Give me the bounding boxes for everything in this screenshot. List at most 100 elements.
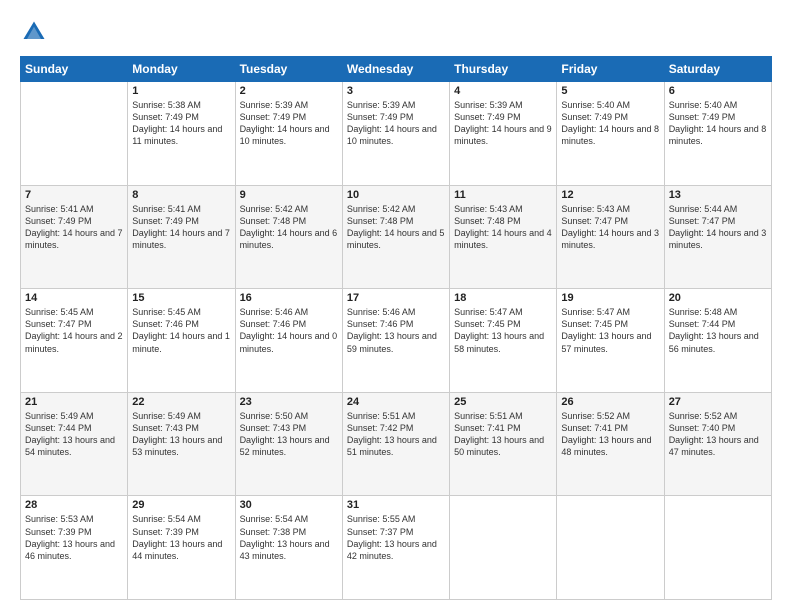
calendar-cell: 29 Sunrise: 5:54 AMSunset: 7:39 PMDayligh… (128, 496, 235, 600)
cell-details: Sunrise: 5:46 AMSunset: 7:46 PMDaylight:… (240, 306, 338, 355)
calendar-cell: 10 Sunrise: 5:42 AMSunset: 7:48 PMDayligh… (342, 185, 449, 289)
cell-details: Sunrise: 5:40 AMSunset: 7:49 PMDaylight:… (669, 99, 767, 148)
calendar-cell: 26 Sunrise: 5:52 AMSunset: 7:41 PMDayligh… (557, 392, 664, 496)
day-number: 21 (25, 396, 123, 408)
weekday-saturday: Saturday (664, 57, 771, 82)
calendar-cell: 4 Sunrise: 5:39 AMSunset: 7:49 PMDaylight… (450, 82, 557, 186)
calendar-cell: 16 Sunrise: 5:46 AMSunset: 7:46 PMDayligh… (235, 289, 342, 393)
calendar-cell: 20Sunrise: 5:48 AMSunset: 7:44 PMDayligh… (664, 289, 771, 393)
cell-details: Sunrise: 5:52 AMSunset: 7:41 PMDaylight:… (561, 410, 659, 459)
cell-details: Sunrise: 5:50 AMSunset: 7:43 PMDaylight:… (240, 410, 338, 459)
calendar-cell: 8 Sunrise: 5:41 AMSunset: 7:49 PMDaylight… (128, 185, 235, 289)
day-number: 10 (347, 189, 445, 201)
calendar-week-1: 1 Sunrise: 5:38 AMSunset: 7:49 PMDaylight… (21, 82, 772, 186)
day-number: 24 (347, 396, 445, 408)
calendar-cell: 17Sunrise: 5:46 AMSunset: 7:46 PMDayligh… (342, 289, 449, 393)
calendar-cell: 28 Sunrise: 5:53 AMSunset: 7:39 PMDayligh… (21, 496, 128, 600)
logo (20, 18, 52, 46)
calendar-cell: 3 Sunrise: 5:39 AMSunset: 7:49 PMDaylight… (342, 82, 449, 186)
calendar-week-5: 28 Sunrise: 5:53 AMSunset: 7:39 PMDayligh… (21, 496, 772, 600)
cell-details: Sunrise: 5:53 AMSunset: 7:39 PMDaylight:… (25, 513, 123, 562)
cell-details: Sunrise: 5:44 AMSunset: 7:47 PMDaylight:… (669, 203, 767, 252)
day-number: 12 (561, 189, 659, 201)
calendar-cell: 2 Sunrise: 5:39 AMSunset: 7:49 PMDaylight… (235, 82, 342, 186)
cell-details: Sunrise: 5:39 AMSunset: 7:49 PMDaylight:… (454, 99, 552, 148)
cell-details: Sunrise: 5:41 AMSunset: 7:49 PMDaylight:… (132, 203, 230, 252)
cell-details: Sunrise: 5:49 AMSunset: 7:44 PMDaylight:… (25, 410, 123, 459)
day-number: 23 (240, 396, 338, 408)
cell-details: Sunrise: 5:38 AMSunset: 7:49 PMDaylight:… (132, 99, 230, 148)
day-number: 29 (132, 499, 230, 511)
day-number: 4 (454, 85, 552, 97)
cell-details: Sunrise: 5:48 AMSunset: 7:44 PMDaylight:… (669, 306, 767, 355)
calendar-cell: 7Sunrise: 5:41 AMSunset: 7:49 PMDaylight… (21, 185, 128, 289)
calendar-cell: 15 Sunrise: 5:45 AMSunset: 7:46 PMDayligh… (128, 289, 235, 393)
calendar-cell: 23 Sunrise: 5:50 AMSunset: 7:43 PMDayligh… (235, 392, 342, 496)
cell-details: Sunrise: 5:43 AMSunset: 7:47 PMDaylight:… (561, 203, 659, 252)
calendar-cell: 22 Sunrise: 5:49 AMSunset: 7:43 PMDayligh… (128, 392, 235, 496)
calendar-cell: 11Sunrise: 5:43 AMSunset: 7:48 PMDayligh… (450, 185, 557, 289)
logo-icon (20, 18, 48, 46)
cell-details: Sunrise: 5:43 AMSunset: 7:48 PMDaylight:… (454, 203, 552, 252)
calendar-cell: 31 Sunrise: 5:55 AMSunset: 7:37 PMDayligh… (342, 496, 449, 600)
day-number: 15 (132, 292, 230, 304)
calendar-week-2: 7Sunrise: 5:41 AMSunset: 7:49 PMDaylight… (21, 185, 772, 289)
weekday-friday: Friday (557, 57, 664, 82)
day-number: 30 (240, 499, 338, 511)
day-number: 28 (25, 499, 123, 511)
calendar-cell: 6 Sunrise: 5:40 AMSunset: 7:49 PMDaylight… (664, 82, 771, 186)
day-number: 3 (347, 85, 445, 97)
day-number: 25 (454, 396, 552, 408)
calendar-cell: 13 Sunrise: 5:44 AMSunset: 7:47 PMDayligh… (664, 185, 771, 289)
day-number: 22 (132, 396, 230, 408)
cell-details: Sunrise: 5:40 AMSunset: 7:49 PMDaylight:… (561, 99, 659, 148)
calendar-cell: 30 Sunrise: 5:54 AMSunset: 7:38 PMDayligh… (235, 496, 342, 600)
cell-details: Sunrise: 5:55 AMSunset: 7:37 PMDaylight:… (347, 513, 445, 562)
cell-details: Sunrise: 5:52 AMSunset: 7:40 PMDaylight:… (669, 410, 767, 459)
day-number: 1 (132, 85, 230, 97)
day-number: 8 (132, 189, 230, 201)
weekday-sunday: Sunday (21, 57, 128, 82)
cell-details: Sunrise: 5:49 AMSunset: 7:43 PMDaylight:… (132, 410, 230, 459)
day-number: 2 (240, 85, 338, 97)
weekday-header-row: SundayMondayTuesdayWednesdayThursdayFrid… (21, 57, 772, 82)
day-number: 5 (561, 85, 659, 97)
cell-details: Sunrise: 5:54 AMSunset: 7:38 PMDaylight:… (240, 513, 338, 562)
day-number: 31 (347, 499, 445, 511)
calendar-cell: 5 Sunrise: 5:40 AMSunset: 7:49 PMDaylight… (557, 82, 664, 186)
calendar-cell: 9 Sunrise: 5:42 AMSunset: 7:48 PMDaylight… (235, 185, 342, 289)
day-number: 14 (25, 292, 123, 304)
cell-details: Sunrise: 5:42 AMSunset: 7:48 PMDaylight:… (240, 203, 338, 252)
calendar-cell: 21 Sunrise: 5:49 AMSunset: 7:44 PMDayligh… (21, 392, 128, 496)
weekday-thursday: Thursday (450, 57, 557, 82)
cell-details: Sunrise: 5:51 AMSunset: 7:42 PMDaylight:… (347, 410, 445, 459)
calendar-cell: 18 Sunrise: 5:47 AMSunset: 7:45 PMDayligh… (450, 289, 557, 393)
calendar-cell: 25 Sunrise: 5:51 AMSunset: 7:41 PMDayligh… (450, 392, 557, 496)
cell-details: Sunrise: 5:39 AMSunset: 7:49 PMDaylight:… (347, 99, 445, 148)
calendar-cell: 27Sunrise: 5:52 AMSunset: 7:40 PMDayligh… (664, 392, 771, 496)
cell-details: Sunrise: 5:39 AMSunset: 7:49 PMDaylight:… (240, 99, 338, 148)
cell-details: Sunrise: 5:46 AMSunset: 7:46 PMDaylight:… (347, 306, 445, 355)
day-number: 16 (240, 292, 338, 304)
cell-details: Sunrise: 5:51 AMSunset: 7:41 PMDaylight:… (454, 410, 552, 459)
header (20, 18, 772, 46)
day-number: 9 (240, 189, 338, 201)
day-number: 6 (669, 85, 767, 97)
cell-details: Sunrise: 5:45 AMSunset: 7:47 PMDaylight:… (25, 306, 123, 355)
weekday-tuesday: Tuesday (235, 57, 342, 82)
cell-details: Sunrise: 5:54 AMSunset: 7:39 PMDaylight:… (132, 513, 230, 562)
day-number: 13 (669, 189, 767, 201)
cell-details: Sunrise: 5:41 AMSunset: 7:49 PMDaylight:… (25, 203, 123, 252)
cell-details: Sunrise: 5:45 AMSunset: 7:46 PMDaylight:… (132, 306, 230, 355)
cell-details: Sunrise: 5:47 AMSunset: 7:45 PMDaylight:… (454, 306, 552, 355)
cell-details: Sunrise: 5:42 AMSunset: 7:48 PMDaylight:… (347, 203, 445, 252)
day-number: 18 (454, 292, 552, 304)
cell-details: Sunrise: 5:47 AMSunset: 7:45 PMDaylight:… (561, 306, 659, 355)
day-number: 19 (561, 292, 659, 304)
calendar-cell: 19 Sunrise: 5:47 AMSunset: 7:45 PMDayligh… (557, 289, 664, 393)
calendar-cell: 14 Sunrise: 5:45 AMSunset: 7:47 PMDayligh… (21, 289, 128, 393)
weekday-monday: Monday (128, 57, 235, 82)
weekday-wednesday: Wednesday (342, 57, 449, 82)
calendar-cell: 24 Sunrise: 5:51 AMSunset: 7:42 PMDayligh… (342, 392, 449, 496)
day-number: 26 (561, 396, 659, 408)
